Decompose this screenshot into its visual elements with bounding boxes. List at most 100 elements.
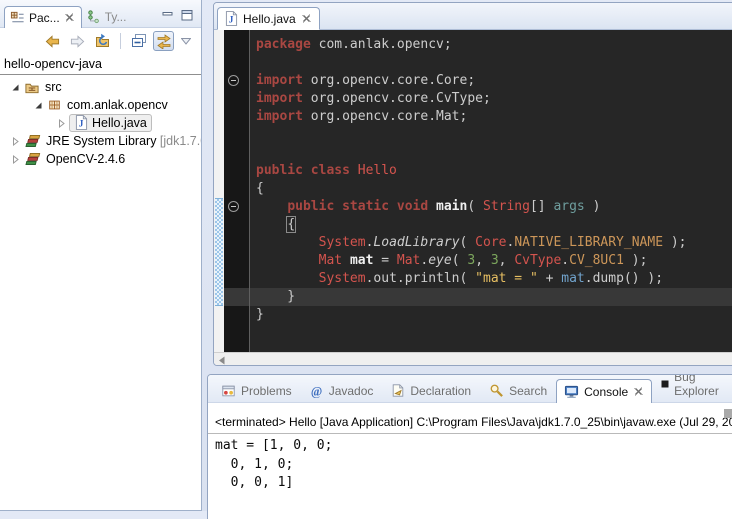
view-menu-icon — [181, 38, 191, 45]
console-panel: Problems@JavadocDeclaration Search Console… — [207, 374, 732, 519]
search-icon — [489, 383, 504, 398]
tab-package-explorer[interactable]: Pac... — [4, 6, 82, 28]
code-token: package — [256, 37, 311, 52]
code-token: . — [561, 253, 569, 268]
tree-collapsed-icon[interactable] — [10, 137, 21, 146]
code-token: } — [256, 289, 295, 304]
tab-javadoc[interactable]: @Javadoc — [301, 380, 383, 402]
tree-expanded-icon[interactable] — [33, 101, 44, 110]
fold-collapse-icon[interactable] — [228, 75, 239, 86]
close-icon[interactable] — [301, 13, 312, 24]
console-toolbar-button[interactable] — [724, 409, 732, 418]
gutter-row — [224, 306, 249, 324]
gutter-row — [224, 162, 249, 180]
tab-search[interactable]: Search — [480, 379, 556, 402]
tree-expanded-icon[interactable] — [10, 83, 21, 92]
code-token: 3 — [491, 253, 499, 268]
code-line: Mat mat = Mat.eye( 3, 3, CvType.CV_8UC1 … — [250, 252, 732, 270]
code-token: public static void — [287, 199, 436, 214]
close-icon[interactable] — [64, 12, 75, 23]
tab-type-hierarchy[interactable]: Ty... — [82, 6, 133, 27]
minimize-icon[interactable] — [162, 11, 174, 21]
back-button[interactable] — [42, 31, 63, 51]
package-explorer-icon — [10, 10, 25, 25]
maximize-icon[interactable] — [181, 10, 193, 21]
console-output-line: 0, 0, 1] — [215, 474, 732, 493]
code-area[interactable]: package com.anlak.opencv; import org.open… — [250, 30, 732, 352]
tab-hello-java[interactable]: J Hello.java — [217, 7, 320, 30]
fold-collapse-icon[interactable] — [228, 201, 239, 212]
problems-icon — [221, 384, 236, 398]
tree-collapsed-icon[interactable] — [56, 119, 67, 128]
scroll-left-arrow-icon[interactable] — [214, 356, 230, 365]
code-token: 3 — [467, 253, 475, 268]
tree-item-src[interactable]: src — [0, 78, 201, 96]
code-token: public class — [256, 163, 358, 178]
svg-text:J: J — [79, 120, 84, 130]
code-token: LoadLibrary — [373, 235, 459, 250]
close-icon[interactable] — [633, 386, 644, 397]
code-token: Hello — [358, 163, 397, 178]
javadoc-icon: @ — [310, 384, 324, 398]
code-token — [256, 217, 287, 232]
code-token: + — [538, 271, 561, 286]
go-up-button[interactable] — [92, 31, 113, 51]
code-token: "mat = " — [475, 271, 538, 286]
gutter-row — [224, 126, 249, 144]
console-output[interactable]: mat = [1, 0, 0; 0, 1, 0; 0, 0, 1] — [208, 434, 732, 493]
tab-problems[interactable]: Problems — [212, 380, 301, 402]
code-token: com.anlak.opencv; — [311, 37, 452, 52]
tree-item-com-anlak-opencv[interactable]: com.anlak.opencv — [0, 96, 201, 114]
console-tab-label: Console — [584, 385, 628, 399]
left-panel-tab-bar: Pac... Ty... — [0, 0, 201, 28]
tab-bug-explorer[interactable]: Bug Explorer — [652, 374, 728, 402]
gutter-row — [224, 234, 249, 252]
code-token: NATIVE_LIBRARY_NAME — [514, 235, 663, 250]
link-with-editor-icon — [156, 33, 172, 49]
code-line: { — [250, 180, 732, 198]
code-token: , — [499, 253, 515, 268]
code-token — [256, 271, 319, 286]
tree-item-jre-system-library[interactable]: JRE System Library [jdk1.7.0 — [0, 132, 201, 150]
code-line: System.LoadLibrary( Core.NATIVE_LIBRARY_… — [250, 234, 732, 252]
tree-item-opencv-2-4-6[interactable]: OpenCV-2.4.6 — [0, 150, 201, 168]
link-with-editor-button[interactable] — [153, 31, 174, 51]
code-token: import — [256, 109, 303, 124]
tab-bug[interactable]: Bug — [728, 380, 732, 402]
code-line — [250, 54, 732, 72]
gutter-row — [224, 180, 249, 198]
declaration-icon — [391, 383, 405, 398]
tab-console[interactable]: Console — [556, 379, 652, 403]
fold-gutter — [224, 30, 250, 352]
code-token: org.opencv.core.Mat; — [303, 109, 467, 124]
project-root-item[interactable]: hello-opencv-java — [0, 54, 201, 75]
code-token: org.opencv.core.CvType; — [303, 91, 491, 106]
code-token: import — [256, 73, 303, 88]
code-token: } — [256, 307, 264, 322]
code-token: ( — [452, 253, 468, 268]
horizontal-scrollbar[interactable] — [214, 352, 732, 366]
forward-button[interactable] — [67, 31, 88, 51]
console-tab-label: Search — [509, 384, 547, 398]
code-line: import org.opencv.core.Mat; — [250, 108, 732, 126]
view-menu-button[interactable] — [178, 31, 193, 51]
collapse-all-button[interactable] — [128, 31, 149, 51]
code-token: ( — [460, 235, 476, 250]
console-output-line: mat = [1, 0, 0; — [215, 437, 732, 456]
code-token: .dump() ); — [585, 271, 663, 286]
gutter-row — [224, 108, 249, 126]
console-tab-label: Bug Explorer — [674, 374, 719, 398]
tab-type-hierarchy-label: Ty... — [105, 10, 127, 24]
editor-tab-label: Hello.java — [243, 12, 296, 26]
editor-area: J Hello.java package com.anlak.opencv; im… — [213, 2, 732, 366]
collapse-all-icon — [131, 33, 147, 49]
library-icon — [24, 152, 41, 167]
tree-collapsed-icon[interactable] — [10, 155, 21, 164]
gutter-row — [224, 270, 249, 288]
code-token: args — [553, 199, 584, 214]
tree-item-decorator: [jdk1.7.0 — [160, 134, 201, 148]
tree-item-hello-java[interactable]: JHello.java — [0, 114, 201, 132]
code-token: .out.println( — [366, 271, 476, 286]
tab-declaration[interactable]: Declaration — [382, 379, 480, 402]
svg-text:J: J — [229, 16, 234, 26]
